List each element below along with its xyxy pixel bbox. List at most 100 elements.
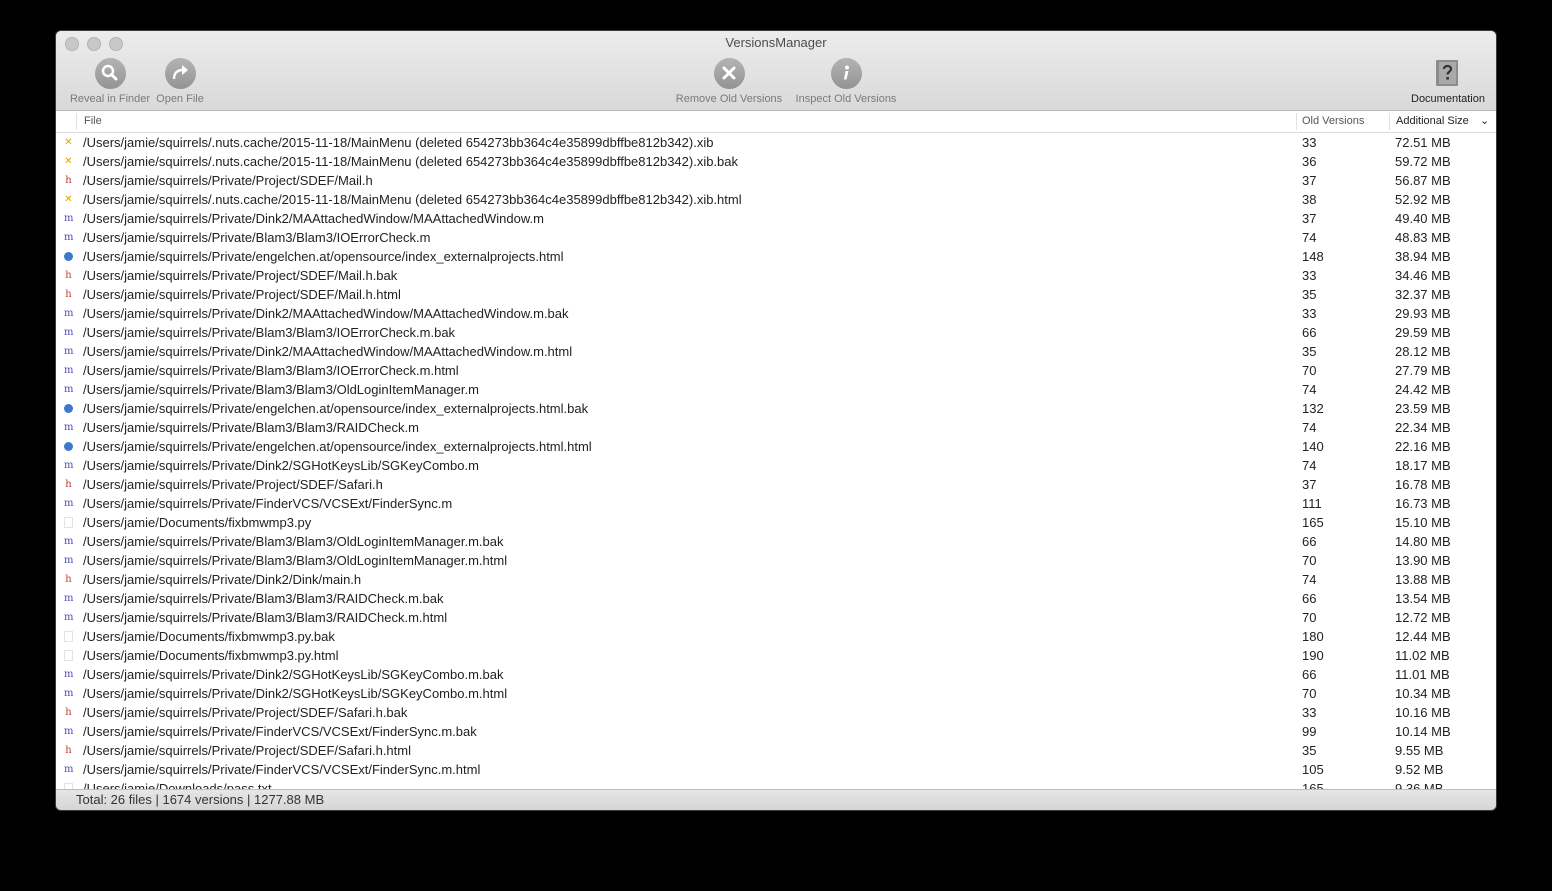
table-row[interactable]: h/Users/jamie/squirrels/Private/Project/… <box>56 285 1496 304</box>
file-path-cell: /Users/jamie/Documents/fixbmwmp3.py <box>83 515 312 530</box>
table-row[interactable]: m/Users/jamie/squirrels/Private/Blam3/Bl… <box>56 418 1496 437</box>
old-versions-cell: 70 <box>1302 610 1317 625</box>
table-row[interactable]: m/Users/jamie/squirrels/Private/Blam3/Bl… <box>56 608 1496 627</box>
old-versions-cell: 105 <box>1302 762 1324 777</box>
table-row[interactable]: m/Users/jamie/squirrels/Private/Blam3/Bl… <box>56 380 1496 399</box>
remove-old-versions-label: Remove Old Versions <box>675 93 783 105</box>
table-row[interactable]: ✕ /Users/jamie/squirrels/.nuts.cache/2015… <box>56 152 1496 171</box>
column-separator <box>1389 113 1390 130</box>
file-path-cell: /Users/jamie/squirrels/Private/Dink2/MAA… <box>83 306 569 321</box>
table-row[interactable]: /Users/jamie/squirrels/Private/engelchen… <box>56 399 1496 418</box>
old-versions-cell: 74 <box>1302 382 1317 397</box>
table-row[interactable]: /Users/jamie/Downloads/pass.txt 165 9.36 M… <box>56 779 1496 789</box>
additional-size-cell: 12.72 MB <box>1395 610 1451 625</box>
table-row[interactable]: m/Users/jamie/squirrels/Private/Dink2/MA… <box>56 209 1496 228</box>
reveal-in-finder-button[interactable]: Reveal in Finder <box>64 56 156 105</box>
table-row[interactable]: ✕ /Users/jamie/squirrels/.nuts.cache/2015… <box>56 133 1496 152</box>
file-path-cell: /Users/jamie/squirrels/.nuts.cache/2015-… <box>83 192 742 207</box>
old-versions-cell: 66 <box>1302 667 1317 682</box>
table-row[interactable]: /Users/jamie/Documents/fixbmwmp3.py.bak 1… <box>56 627 1496 646</box>
table-row[interactable]: m/Users/jamie/squirrels/Private/Dink2/MA… <box>56 342 1496 361</box>
source-file-icon: m <box>64 688 74 699</box>
header-file-icon: h <box>65 289 72 300</box>
html-file-icon <box>64 404 73 413</box>
old-versions-cell: 165 <box>1302 781 1324 789</box>
table-row[interactable]: m/Users/jamie/squirrels/Private/Blam3/Bl… <box>56 228 1496 247</box>
table-row[interactable]: m/Users/jamie/squirrels/Private/Blam3/Bl… <box>56 323 1496 342</box>
table-row[interactable]: m/Users/jamie/squirrels/Private/Blam3/Bl… <box>56 361 1496 380</box>
table-row[interactable]: /Users/jamie/squirrels/Private/engelchen… <box>56 247 1496 266</box>
file-path-cell: /Users/jamie/squirrels/Private/Blam3/Bla… <box>83 363 459 378</box>
file-path-cell: /Users/jamie/Documents/fixbmwmp3.py.bak <box>83 629 335 644</box>
source-file-icon: m <box>64 346 74 357</box>
table-row[interactable]: /Users/jamie/Documents/fixbmwmp3.py.html… <box>56 646 1496 665</box>
file-path-cell: /Users/jamie/squirrels/Private/engelchen… <box>83 401 589 416</box>
additional-size-cell: 15.10 MB <box>1395 515 1451 530</box>
column-header-file[interactable]: File <box>84 115 102 127</box>
table-row[interactable]: m/Users/jamie/squirrels/Private/Dink2/SG… <box>56 456 1496 475</box>
additional-size-cell: 12.44 MB <box>1395 629 1451 644</box>
table-row[interactable]: h/Users/jamie/squirrels/Private/Project/… <box>56 741 1496 760</box>
source-file-icon: m <box>64 612 74 623</box>
file-path-cell: /Users/jamie/squirrels/Private/Blam3/Bla… <box>83 230 431 245</box>
file-path-cell: /Users/jamie/squirrels/Private/FinderVCS… <box>83 762 481 777</box>
file-path-cell: /Users/jamie/squirrels/Private/engelchen… <box>83 249 564 264</box>
table-row[interactable]: /Users/jamie/Documents/fixbmwmp3.py 165 15… <box>56 513 1496 532</box>
table-row[interactable]: m/Users/jamie/squirrels/Private/Blam3/Bl… <box>56 532 1496 551</box>
additional-size-cell: 13.54 MB <box>1395 591 1451 606</box>
additional-size-cell: 13.88 MB <box>1395 572 1451 587</box>
table-row[interactable]: m/Users/jamie/squirrels/Private/Dink2/SG… <box>56 684 1496 703</box>
additional-size-cell: 13.90 MB <box>1395 553 1451 568</box>
table-row[interactable]: h/Users/jamie/squirrels/Private/Project/… <box>56 703 1496 722</box>
file-path-cell: /Users/jamie/squirrels/Private/Project/S… <box>83 268 398 283</box>
table-row[interactable]: m/Users/jamie/squirrels/Private/Dink2/MA… <box>56 304 1496 323</box>
table-row[interactable]: m/Users/jamie/squirrels/Private/Dink2/SG… <box>56 665 1496 684</box>
additional-size-cell: 23.59 MB <box>1395 401 1451 416</box>
inspect-old-versions-button[interactable]: Inspect Old Versions <box>790 56 902 105</box>
info-icon <box>830 57 862 89</box>
file-path-cell: /Users/jamie/squirrels/Private/Blam3/Bla… <box>83 382 479 397</box>
file-path-cell: /Users/jamie/squirrels/Private/Blam3/Bla… <box>83 610 448 625</box>
table-row[interactable]: ✕ /Users/jamie/squirrels/.nuts.cache/2015… <box>56 190 1496 209</box>
status-summary: Total: 26 files | 1674 versions | 1277.8… <box>76 792 325 807</box>
table-row[interactable]: /Users/jamie/squirrels/Private/engelchen… <box>56 437 1496 456</box>
table-row[interactable]: m/Users/jamie/squirrels/Private/Blam3/Bl… <box>56 589 1496 608</box>
table-row[interactable]: m/Users/jamie/squirrels/Private/FinderVC… <box>56 494 1496 513</box>
document-file-icon <box>64 650 73 661</box>
xib-file-icon: ✕ <box>64 156 73 167</box>
column-separator <box>76 113 77 130</box>
open-file-button[interactable]: Open File <box>154 56 206 105</box>
documentation-button[interactable]: Documentation <box>1404 56 1492 105</box>
column-header-old-versions[interactable]: Old Versions <box>1302 115 1364 127</box>
additional-size-cell: 14.80 MB <box>1395 534 1451 549</box>
file-path-cell: /Users/jamie/squirrels/Private/Dink2/Din… <box>83 572 362 587</box>
table-row[interactable]: h/Users/jamie/squirrels/Private/Project/… <box>56 266 1496 285</box>
table-row[interactable]: h/Users/jamie/squirrels/Private/Project/… <box>56 475 1496 494</box>
file-path-cell: /Users/jamie/squirrels/Private/Blam3/Bla… <box>83 325 456 340</box>
additional-size-cell: 11.02 MB <box>1395 648 1450 663</box>
window-title: VersionsManager <box>725 35 827 50</box>
table-row[interactable]: h/Users/jamie/squirrels/Private/Dink2/Di… <box>56 570 1496 589</box>
source-file-icon: m <box>64 365 74 376</box>
additional-size-cell: 16.73 MB <box>1395 496 1451 511</box>
additional-size-cell: 29.59 MB <box>1395 325 1451 340</box>
old-versions-cell: 37 <box>1302 173 1317 188</box>
remove-old-versions-button[interactable]: Remove Old Versions <box>672 56 786 105</box>
file-path-cell: /Users/jamie/squirrels/Private/Dink2/MAA… <box>83 344 573 359</box>
table-row[interactable]: m/Users/jamie/squirrels/Private/FinderVC… <box>56 722 1496 741</box>
additional-size-cell: 28.12 MB <box>1395 344 1451 359</box>
file-path-cell: /Users/jamie/squirrels/Private/Project/S… <box>83 743 411 758</box>
file-path-cell: /Users/jamie/squirrels/Private/Project/S… <box>83 705 408 720</box>
header-file-icon: h <box>65 175 72 186</box>
table-row[interactable]: h/Users/jamie/squirrels/Private/Project/… <box>56 171 1496 190</box>
source-file-icon: m <box>64 460 74 471</box>
html-file-icon <box>64 442 73 451</box>
table-row[interactable]: m/Users/jamie/squirrels/Private/Blam3/Bl… <box>56 551 1496 570</box>
old-versions-cell: 148 <box>1302 249 1324 264</box>
source-file-icon: m <box>64 764 74 775</box>
additional-size-cell: 72.51 MB <box>1395 135 1451 150</box>
xib-file-icon: ✕ <box>64 194 73 205</box>
table-row[interactable]: m/Users/jamie/squirrels/Private/FinderVC… <box>56 760 1496 779</box>
old-versions-cell: 180 <box>1302 629 1324 644</box>
column-header-additional-size[interactable]: Additional Size <box>1396 115 1469 127</box>
